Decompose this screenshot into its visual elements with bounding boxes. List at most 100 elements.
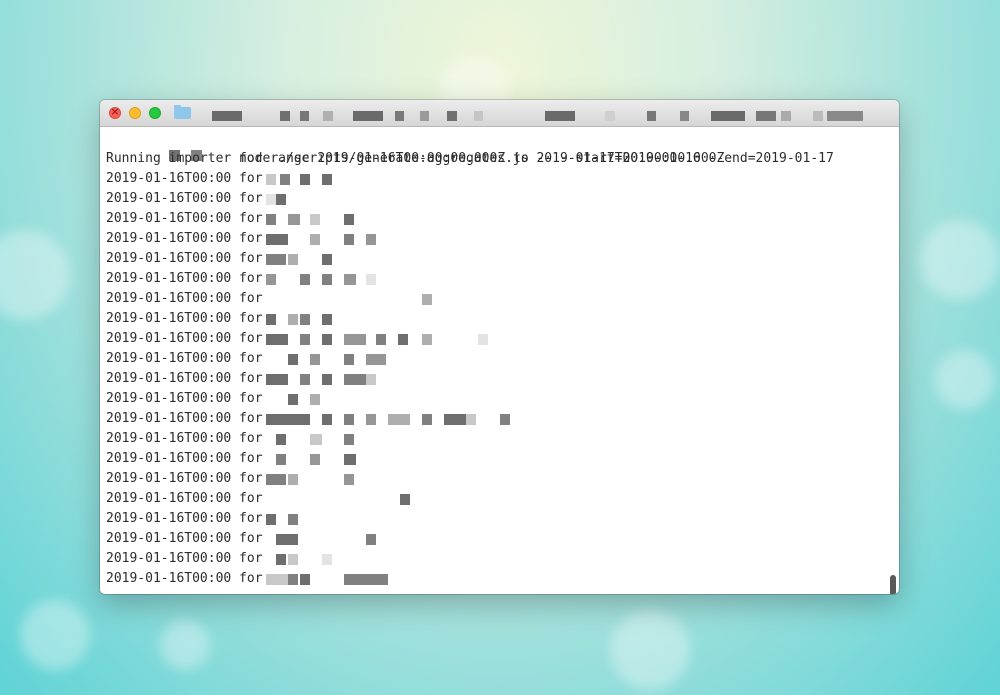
log-line: 2019-01-16T00:00 for [106, 329, 263, 349]
redacted-pixel [605, 111, 615, 121]
log-line: 2019-01-16T00:00 for [106, 509, 263, 529]
background-bokeh [610, 610, 690, 690]
background-bokeh [920, 220, 1000, 300]
close-icon[interactable] [109, 105, 121, 119]
redacted-pixel [310, 434, 322, 445]
log-line-text: 2019-01-16T00:00 for [106, 391, 263, 406]
log-line-text: 2019-01-16T00:00 for [106, 171, 263, 186]
scrollbar-thumb[interactable] [890, 575, 896, 594]
redacted-pixel [344, 234, 354, 245]
redacted-pixel [756, 111, 776, 121]
log-line: 2019-01-16T00:00 for [106, 349, 263, 369]
maximize-icon[interactable] [149, 107, 161, 119]
redacted-pixel [466, 414, 476, 425]
redacted-pixel [266, 214, 276, 225]
redacted-pixel [422, 414, 432, 425]
status-line: Running importer for range 2019-01-16T00… [106, 151, 725, 166]
redacted-pixel [366, 234, 376, 245]
redacted-pixel [827, 111, 863, 121]
log-line: 2019-01-16T00:00 for [106, 449, 263, 469]
redacted-pixel [300, 111, 309, 121]
redacted-pixel [276, 534, 298, 545]
log-line: 2019-01-16T00:00 for [106, 229, 263, 249]
redacted-pixel [344, 374, 366, 385]
log-line-text: 2019-01-16T00:00 for [106, 271, 263, 286]
terminal-content[interactable]: node ./scripts/generate-aggregates.js --… [100, 127, 899, 594]
background-bokeh [0, 230, 70, 320]
redacted-pixel [680, 111, 689, 121]
redacted-pixel [500, 414, 510, 425]
log-line: 2019-01-16T00:00 for [106, 189, 263, 209]
minimize-icon[interactable] [129, 107, 141, 119]
redacted-pixel [310, 234, 320, 245]
redacted-pixel [300, 374, 310, 385]
log-line-text: 2019-01-16T00:00 for [106, 571, 263, 586]
log-line: 2019-01-16T00:00 for [106, 389, 263, 409]
log-line-text: 2019-01-16T00:00 for [106, 431, 263, 446]
redacted-pixel [266, 274, 276, 285]
terminal-window: node ./scripts/generate-aggregates.js --… [100, 100, 899, 594]
redacted-pixel [711, 111, 745, 121]
redacted-pixel [444, 414, 466, 425]
log-line: 2019-01-16T00:00 for [106, 469, 263, 489]
log-line-text: 2019-01-16T00:00 for [106, 411, 263, 426]
redacted-pixel [478, 334, 488, 345]
redacted-pixel [310, 214, 320, 225]
redacted-pixel [266, 574, 288, 585]
log-line: 2019-01-16T00:00 for [106, 489, 263, 509]
redacted-pixel [344, 434, 354, 445]
redacted-pixel [288, 254, 298, 265]
redacted-pixel [266, 334, 288, 345]
redacted-pixel [366, 534, 376, 545]
log-line-text: 2019-01-16T00:00 for [106, 191, 263, 206]
redacted-pixel [322, 554, 332, 565]
log-line: 2019-01-16T00:00 for [106, 309, 263, 329]
redacted-pixel [344, 574, 388, 585]
redacted-pixel [288, 574, 298, 585]
log-line-text: 2019-01-16T00:00 for [106, 371, 263, 386]
redacted-pixel [322, 274, 332, 285]
redacted-pixel [280, 174, 290, 185]
log-line: 2019-01-16T00:00 for [106, 549, 263, 569]
title-bar[interactable] [100, 100, 899, 127]
log-line: 2019-01-16T00:00 for [106, 369, 263, 389]
redacted-pixel [300, 314, 310, 325]
background-bokeh [935, 350, 995, 410]
redacted-pixel [288, 394, 298, 405]
redacted-pixel [322, 174, 332, 185]
redacted-pixel [266, 254, 286, 265]
redacted-pixel [266, 414, 310, 425]
redacted-pixel [344, 274, 356, 285]
log-line-text: 2019-01-16T00:00 for [106, 531, 263, 546]
redacted-pixel [366, 414, 376, 425]
log-line: 2019-01-16T00:00 for [106, 569, 263, 589]
log-line-text: 2019-01-16T00:00 for [106, 471, 263, 486]
redacted-pixel [344, 354, 354, 365]
redacted-pixel [353, 111, 383, 121]
redacted-pixel [266, 314, 276, 325]
log-line: 2019-01-16T00:00 for [106, 429, 263, 449]
redacted-pixel [813, 111, 823, 121]
redacted-pixel [422, 294, 432, 305]
redacted-pixel [288, 354, 298, 365]
redacted-pixel [310, 454, 320, 465]
redacted-pixel [447, 111, 457, 121]
log-line-text: 2019-01-16T00:00 for [106, 551, 263, 566]
log-line-text: 2019-01-16T00:00 for [106, 511, 263, 526]
background-bokeh [160, 620, 210, 670]
log-line-text: 2019-01-16T00:00 for [106, 311, 263, 326]
redacted-pixel [366, 374, 376, 385]
redacted-pixel [266, 174, 276, 185]
log-line: 2019-01-16T00:00 for [106, 269, 263, 289]
redacted-pixel [344, 454, 356, 465]
redacted-pixel [344, 214, 354, 225]
redacted-pixel [280, 111, 290, 121]
redacted-pixel [288, 214, 300, 225]
log-line-text: 2019-01-16T00:00 for [106, 451, 263, 466]
redacted-pixel [288, 474, 298, 485]
log-line: 2019-01-16T00:00 for [106, 529, 263, 549]
command-line: node ./scripts/generate-aggregates.js --… [106, 129, 834, 166]
redacted-pixel [395, 111, 404, 121]
log-line-text: 2019-01-16T00:00 for [106, 251, 263, 266]
redacted-pixel [300, 574, 310, 585]
